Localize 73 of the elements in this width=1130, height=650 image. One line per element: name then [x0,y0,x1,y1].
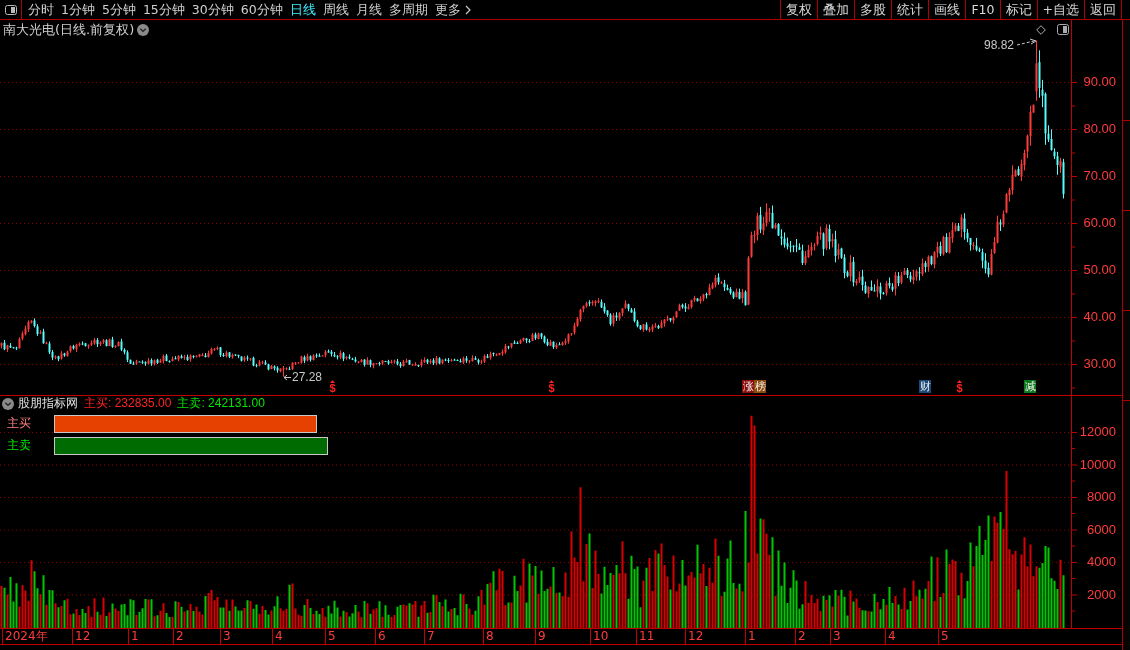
high-price-label: 98.82 [984,38,1015,52]
event-tag[interactable]: 财 [919,380,931,393]
date-label: 2024年 [2,629,48,644]
caret-up-icon [957,380,962,383]
period-tab[interactable]: 分时 [28,0,54,19]
date-label: 1 [745,629,756,644]
indicator-name: 股朋指标网 [18,396,78,412]
price-axis-label: 80.00 [1083,122,1116,136]
toolbar-button[interactable]: 标记 [999,0,1037,19]
date-label: 3 [830,629,841,644]
indicator-readout: 主卖: 242131.00 [177,396,265,412]
date-label: 2 [795,629,806,644]
period-tab[interactable]: 60分钟 [240,0,283,19]
toolbar-button[interactable]: +自选 [1036,0,1084,19]
chevron-down-circle-icon[interactable] [137,24,150,36]
date-label: 4 [885,629,896,644]
period-tab[interactable]: 5分钟 [101,0,136,19]
volume-axis-label: 8000 [1087,490,1116,504]
period-tab[interactable]: 日线 [289,0,316,19]
date-label: 5 [938,629,949,644]
price-axis-label: 90.00 [1083,75,1116,89]
event-tag[interactable]: 减 [1024,380,1036,393]
date-label: 11 [636,629,655,644]
date-label: 7 [424,629,435,644]
chevron-right-icon [464,4,471,15]
toolbar-button[interactable]: 叠加 [817,0,855,19]
toolbar-button[interactable]: 统计 [891,0,929,19]
indicator-readout: 主买: 232835.00 [84,396,172,412]
panel-icon [4,4,17,15]
chevron-down-circle-icon[interactable] [2,397,14,410]
volume-axis-label: 4000 [1087,555,1116,569]
event-tag[interactable]: 榜 [754,380,766,393]
diamond-icon[interactable] [1036,24,1046,35]
period-tab[interactable]: 30分钟 [191,0,234,19]
date-label: 5 [325,629,336,644]
period-tab[interactable]: 1分钟 [61,0,95,19]
price-axis-label: 50.00 [1083,263,1116,277]
price-axis-label: 30.00 [1083,357,1116,371]
date-label: 10 [590,629,609,644]
low-price-label: 27.28 [292,370,323,384]
date-label: 12 [72,629,91,644]
volume-axis-label: 10000 [1079,457,1116,472]
date-label: 12 [685,629,704,644]
toolbar-button[interactable]: 复权 [780,0,818,19]
date-label: 9 [535,629,546,644]
caret-up-icon [330,380,335,383]
more-button[interactable]: 更多 [434,0,471,19]
volume-axis-label: 6000 [1087,522,1116,537]
date-label: 3 [220,629,231,644]
price-axis-label: 40.00 [1083,310,1116,324]
arrow-icon [283,374,292,381]
toolbar-button[interactable]: 返回 [1084,0,1122,19]
date-label: 2 [173,629,184,644]
event-tag[interactable]: 涨 [742,380,754,393]
toolbar-button[interactable]: 多股 [854,0,892,19]
toolbar-button[interactable]: F10 [965,0,1000,19]
period-tab[interactable]: 15分钟 [142,0,185,19]
chart-title: 南大光电(日线.前复权) [3,22,135,38]
date-label: 4 [272,629,283,644]
date-label: 8 [483,629,494,644]
caret-up-icon [549,380,554,383]
volume-axis-label: 12000 [1079,425,1116,439]
volume-axis-label: 2000 [1087,587,1116,602]
date-label: 1 [128,629,139,644]
toolbar-button[interactable]: 画线 [928,0,966,19]
panel-icon[interactable] [1057,24,1069,35]
period-tab[interactable]: 多周期 [388,0,428,19]
date-label: 6 [375,629,386,644]
period-tab[interactable]: 周线 [322,0,349,19]
arrow-icon [1016,38,1037,46]
price-axis-label: 70.00 [1083,169,1116,183]
price-axis-label: 60.00 [1083,216,1116,230]
period-tab[interactable]: 月线 [355,0,382,19]
